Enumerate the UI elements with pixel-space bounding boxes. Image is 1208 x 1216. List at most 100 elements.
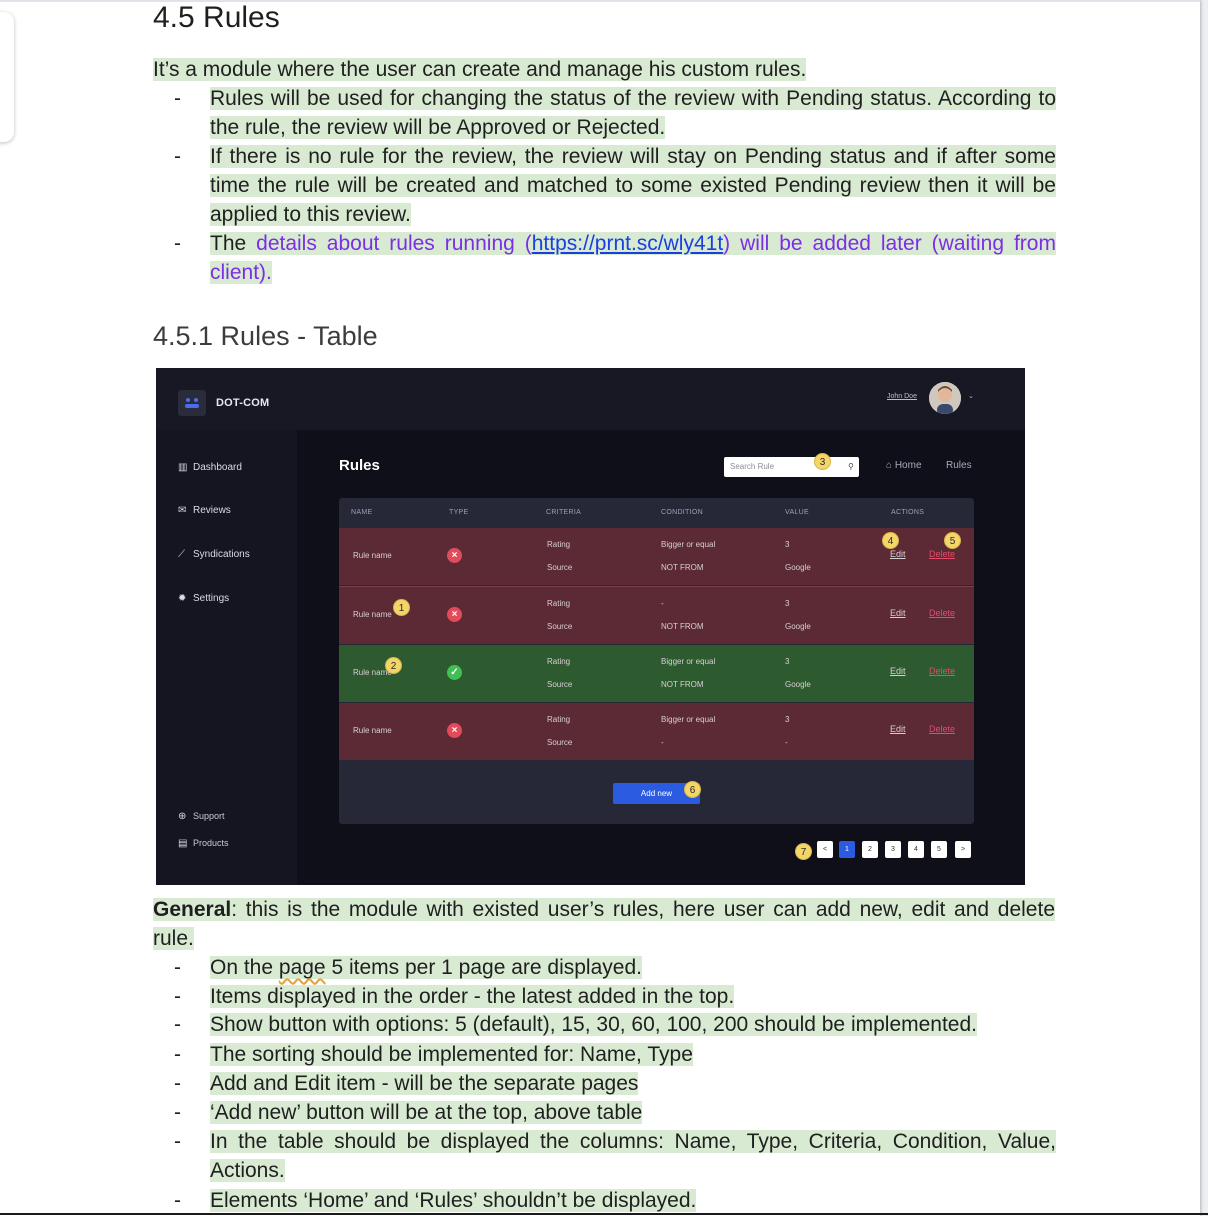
annotation-badge: 1 <box>393 599 410 616</box>
edit-link[interactable]: Edit <box>890 608 906 618</box>
approved-status-icon: ✓ <box>447 665 462 680</box>
value-2: - <box>785 738 788 747</box>
annotation-badge: 2 <box>385 657 402 674</box>
criteria-2: Source <box>547 622 573 631</box>
bullet-text: Show button with options: 5 (default), 1… <box>210 1013 978 1036</box>
search-placeholder: Search Rule <box>730 462 775 471</box>
pager-next-button[interactable]: > <box>955 841 971 858</box>
brand-logo-icon <box>185 398 199 408</box>
bullet-item: Elements ‘Home’ and ‘Rules’ shouldn’t be… <box>210 1186 1056 1215</box>
criteria-1: Rating <box>547 599 571 608</box>
table-row: Rule name × Rating Source Bigger or equa… <box>339 703 974 760</box>
condition-1: - <box>661 599 664 608</box>
search-icon[interactable]: ⚲ <box>848 462 854 471</box>
pager-page-button[interactable]: 4 <box>908 841 924 858</box>
intro-text: It’s a module where the user can create … <box>153 58 807 81</box>
bullet-dash: - <box>174 145 181 168</box>
general-label: General <box>153 898 232 921</box>
delete-link[interactable]: Delete <box>929 724 955 734</box>
column-header-actions: ACTIONS <box>891 509 925 516</box>
sidebar-item-support[interactable]: ⊕ Support <box>178 811 225 822</box>
annotation-badge: 4 <box>882 532 899 549</box>
delete-link[interactable]: Delete <box>929 608 955 618</box>
document-page: 4.5 Rules It’s a module where the user c… <box>0 0 1200 1216</box>
bullet-text: Elements ‘Home’ and ‘Rules’ shouldn’t be… <box>210 1189 697 1212</box>
bullet-dash: - <box>174 1072 181 1095</box>
bullet-text: If there is no rule for the review, the … <box>210 145 1056 226</box>
bullet-item: The sorting should be implemented for: N… <box>210 1040 1056 1069</box>
column-header-condition: CONDITION <box>661 509 703 516</box>
pager-page-button[interactable]: 2 <box>862 841 878 858</box>
bullet-text-end: 5 items per 1 page are displayed. <box>325 956 642 979</box>
rejected-status-icon: × <box>447 548 462 563</box>
column-header-type[interactable]: TYPE <box>449 509 468 516</box>
rule-name: Rule name <box>353 551 392 560</box>
subsection-heading: 4.5.1 Rules - Table <box>153 321 378 351</box>
sidebar-item-reviews[interactable]: ✉ Reviews <box>178 505 231 516</box>
column-header-name[interactable]: NAME <box>351 509 372 516</box>
delete-link[interactable]: Delete <box>929 549 955 559</box>
breadcrumb-home[interactable]: ⌂ Home <box>886 460 922 471</box>
rule-name: Rule name <box>353 726 392 735</box>
breadcrumb-rules[interactable]: Rules <box>946 460 972 471</box>
bullet-dash: - <box>174 1101 181 1124</box>
pager-page-button[interactable]: 5 <box>931 841 947 858</box>
avatar[interactable] <box>929 382 961 414</box>
user-name-link[interactable]: John Doe <box>887 393 917 400</box>
search-input[interactable]: Search Rule ⚲ <box>724 457 859 477</box>
value-2: Google <box>785 563 811 572</box>
general-text: : this is the module with existed user’s… <box>153 898 1055 950</box>
sidebar-item-syndications[interactable]: ⟋ Syndications <box>178 549 250 560</box>
pager-page-button[interactable]: 3 <box>885 841 901 858</box>
bullet-item: The details about rules running (https:/… <box>210 229 1056 287</box>
value-1: 3 <box>785 657 790 666</box>
rules-running-link[interactable]: https://prnt.sc/wly41t <box>532 232 723 255</box>
bullet-item: Rules will be used for changing the stat… <box>210 84 1056 142</box>
criteria-2: Source <box>547 563 573 572</box>
condition-2: - <box>661 738 664 747</box>
criteria-1: Rating <box>547 715 571 724</box>
bullet-text: Add and Edit item - will be the separate… <box>210 1072 639 1095</box>
condition-1: Bigger or equal <box>661 715 716 724</box>
chevron-down-icon[interactable]: ⌄ <box>968 392 974 400</box>
bullet-text: On the <box>210 956 279 979</box>
value-2: Google <box>785 680 811 689</box>
pager-page-button[interactable]: 1 <box>839 841 855 858</box>
sidebar-item-label: Reviews <box>193 505 231 516</box>
brand-logo[interactable] <box>178 390 206 416</box>
delete-link[interactable]: Delete <box>929 666 955 676</box>
window-bottom-edge <box>0 1213 1208 1215</box>
edit-link[interactable]: Edit <box>890 724 906 734</box>
bullet-text: ‘Add new’ button will be at the top, abo… <box>210 1101 643 1124</box>
condition-2: NOT FROM <box>661 680 704 689</box>
table-row: Rule name × Rating Source Bigger or equa… <box>339 528 974 585</box>
chart-icon: ▥ <box>178 462 188 473</box>
edit-link[interactable]: Edit <box>890 666 906 676</box>
rules-table-screenshot: DOT-COM John Doe ⌄ ▥ Dashboard ✉ Reviews ⟋… <box>156 368 1025 885</box>
sidebar-item-settings[interactable]: ✹ Settings <box>178 593 229 604</box>
sidebar-item-label: Products <box>193 838 229 848</box>
rejected-status-icon: × <box>447 607 462 622</box>
bullet-dash: - <box>174 232 181 255</box>
bullet-item: In the table should be displayed the col… <box>210 1127 1056 1185</box>
grid-icon: ▤ <box>178 838 188 849</box>
pager-prev-button[interactable]: < <box>817 841 833 858</box>
bullet-item: Show button with options: 5 (default), 1… <box>210 1010 1056 1039</box>
sidebar-item-products[interactable]: ▤ Products <box>178 838 229 849</box>
bullet-purple-text: details about rules running ( <box>256 232 532 255</box>
bullet-dash: - <box>174 1130 181 1153</box>
intro-paragraph: It’s a module where the user can create … <box>153 55 1055 84</box>
bullet-dash: - <box>174 1043 181 1066</box>
sidebar-item-dashboard[interactable]: ▥ Dashboard <box>178 462 242 473</box>
bullet-dash: - <box>174 87 181 110</box>
value-1: 3 <box>785 599 790 608</box>
page-title: Rules <box>339 457 380 474</box>
rule-name: Rule name <box>353 610 392 619</box>
edit-link[interactable]: Edit <box>890 549 906 559</box>
side-panel-tab[interactable] <box>0 12 14 142</box>
table-row: Rule name ✓ Rating Source Bigger or equa… <box>339 645 974 702</box>
bullet-dash: - <box>174 956 181 979</box>
bullet-item: Add and Edit item - will be the separate… <box>210 1069 1056 1098</box>
spellcheck-word: page <box>278 956 326 979</box>
section-heading: 4.5 Rules <box>153 1 280 34</box>
